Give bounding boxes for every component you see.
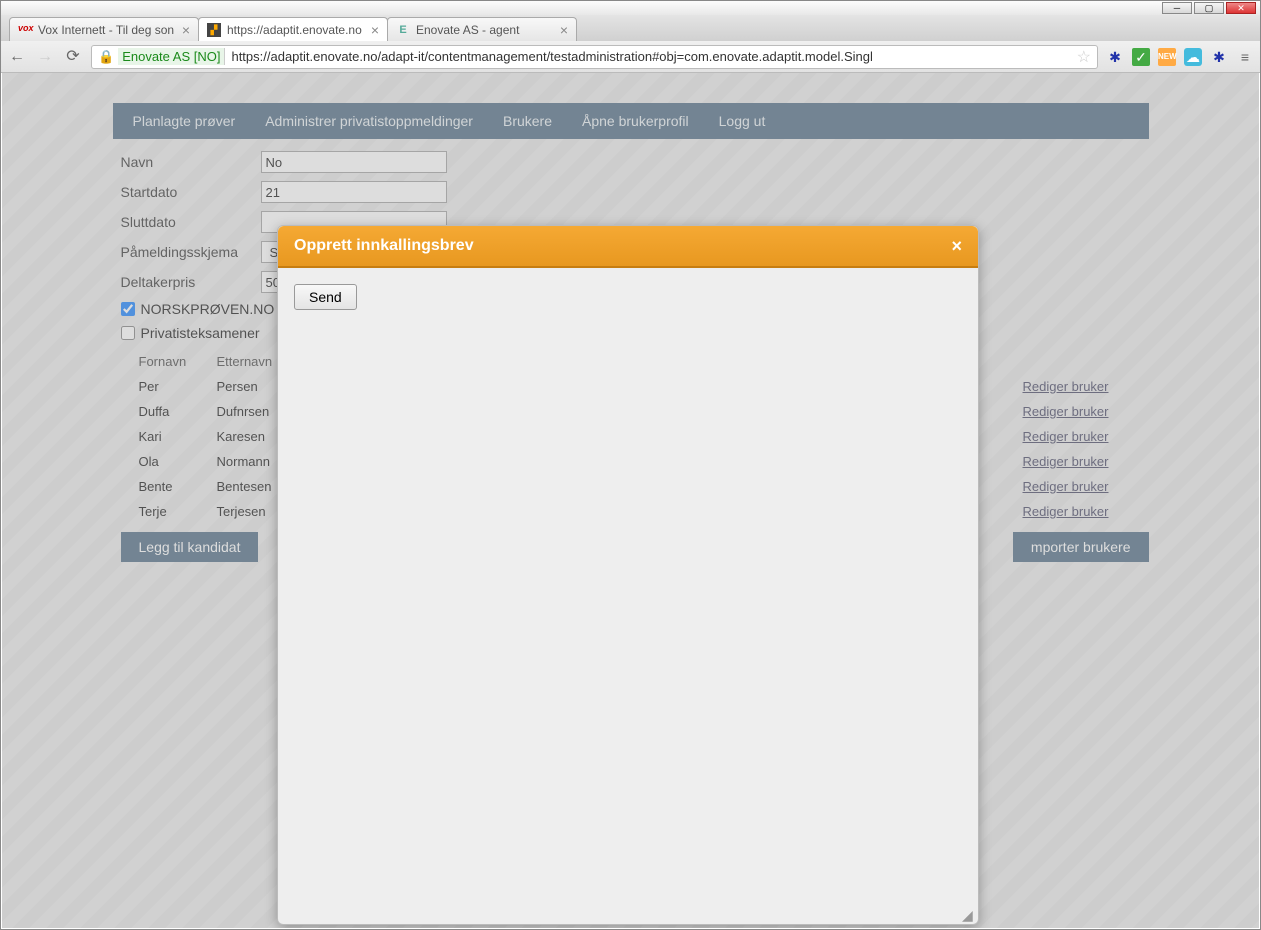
window-maximize-button[interactable]: ▢ (1194, 2, 1224, 14)
window-minimize-button[interactable]: ─ (1162, 2, 1192, 14)
favicon-adaptit: ▞ (207, 23, 221, 37)
tab-close-icon[interactable]: × (371, 22, 379, 38)
tab-close-icon[interactable]: × (182, 22, 190, 38)
favicon-enovate: E (396, 23, 410, 37)
dialog-close-icon[interactable]: × (951, 236, 962, 257)
tab-title: https://adaptit.enovate.no (227, 23, 362, 37)
viewport: Planlagte prøver Administrer privatistop… (2, 73, 1259, 928)
tab-strip: vox Vox Internett - Til deg son × ▞ http… (1, 15, 1260, 41)
url-text: https://adaptit.enovate.no/adapt-it/cont… (231, 49, 872, 64)
browser-tab-adaptit[interactable]: ▞ https://adaptit.enovate.no × (198, 17, 388, 41)
dialog-title: Opprett innkallingsbrev (294, 237, 474, 255)
lock-icon: 🔒 (98, 49, 114, 65)
extension-icon[interactable]: ✱ (1106, 48, 1124, 66)
site-identity-label: Enovate AS [NO] (118, 48, 225, 65)
reload-button[interactable]: ⟳ (63, 47, 83, 67)
extension-icon[interactable]: ✱ (1210, 48, 1228, 66)
send-button[interactable]: Send (294, 284, 357, 310)
resize-grip-icon[interactable]: ◢ (962, 908, 976, 922)
dialog-body: Send (278, 268, 978, 326)
browser-tab-enovate[interactable]: E Enovate AS - agent × (387, 17, 577, 41)
browser-tab-vox[interactable]: vox Vox Internett - Til deg son × (9, 17, 199, 41)
extension-icon[interactable]: ☁ (1184, 48, 1202, 66)
url-input[interactable]: 🔒 Enovate AS [NO] https://adaptit.enovat… (91, 45, 1098, 69)
dialog-header: Opprett innkallingsbrev × (278, 226, 978, 268)
tab-close-icon[interactable]: × (560, 22, 568, 38)
menu-icon[interactable]: ≡ (1236, 48, 1254, 66)
extension-icon[interactable]: ✓ (1132, 48, 1150, 66)
extension-icon[interactable]: NEW (1158, 48, 1176, 66)
bookmark-star-icon[interactable]: ☆ (1077, 47, 1091, 67)
extension-icons: ✱ ✓ NEW ☁ ✱ ≡ (1106, 48, 1254, 66)
window-title-bar: ─ ▢ ✕ (1, 1, 1260, 15)
tab-title: Enovate AS - agent (416, 23, 519, 37)
favicon-vox: vox (18, 23, 32, 37)
dialog-opprett-innkallingsbrev: Opprett innkallingsbrev × Send ◢ (277, 225, 979, 925)
address-bar: ← → ⟳ 🔒 Enovate AS [NO] https://adaptit.… (1, 41, 1260, 73)
window-close-button[interactable]: ✕ (1226, 2, 1256, 14)
forward-button: → (35, 47, 55, 67)
browser-window: ─ ▢ ✕ vox Vox Internett - Til deg son × … (0, 0, 1261, 930)
tab-title: Vox Internett - Til deg son (38, 23, 174, 37)
back-button[interactable]: ← (7, 47, 27, 67)
